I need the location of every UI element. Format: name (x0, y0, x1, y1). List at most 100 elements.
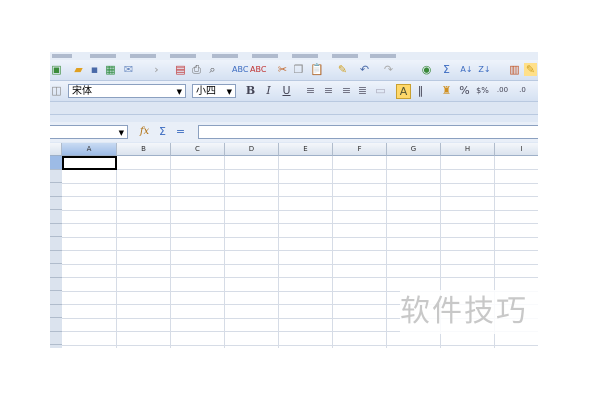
row-header[interactable] (50, 304, 62, 318)
percent-button[interactable]: % (458, 84, 471, 97)
row-header[interactable] (50, 210, 62, 224)
column-header-E[interactable]: E (279, 143, 333, 156)
menu-item[interactable] (52, 54, 72, 58)
styles-icon[interactable]: ◫ (50, 84, 63, 97)
row-header[interactable] (50, 223, 62, 237)
redo-icon[interactable]: ↷ (382, 63, 395, 76)
menu-item[interactable] (212, 54, 238, 58)
font-size-select[interactable]: 小四 ▼ (192, 84, 236, 98)
gridline (116, 156, 117, 348)
font-name-select[interactable]: 宋体 ▼ (68, 84, 186, 98)
column-header-G[interactable]: G (387, 143, 441, 156)
format-painter-icon[interactable]: ✎ (336, 63, 349, 76)
mail-icon[interactable]: ✉ (122, 63, 135, 76)
insert-function-button[interactable]: fx (138, 125, 151, 138)
row-header[interactable] (50, 169, 62, 183)
save-icon[interactable]: ▪ (88, 63, 101, 76)
menu-item[interactable] (90, 54, 116, 58)
sort-descending-icon[interactable]: Z↓ (478, 63, 491, 76)
menu-item[interactable] (370, 54, 396, 58)
column-header-D[interactable]: D (225, 143, 279, 156)
merge-icon[interactable]: ▭ (374, 84, 387, 97)
selected-cell-A1[interactable] (62, 156, 117, 170)
formula-input[interactable] (198, 125, 538, 139)
sum-button[interactable]: Σ (156, 125, 169, 138)
equals-button[interactable]: = (174, 125, 187, 138)
row-header[interactable] (50, 345, 62, 348)
gridline (224, 156, 225, 348)
spellcheck-icon[interactable]: ABC (232, 63, 248, 76)
chart-icon[interactable]: ▥ (508, 63, 521, 76)
increase-decimal-icon[interactable]: .00 (496, 84, 509, 97)
permission-icon[interactable]: › (150, 63, 163, 76)
gridline (278, 156, 279, 348)
menu-item[interactable] (170, 54, 196, 58)
align-center-icon[interactable]: ≡ (322, 84, 335, 97)
paste-icon[interactable]: 📋 (310, 63, 324, 76)
gridline (62, 169, 538, 170)
italic-button[interactable]: I (262, 84, 275, 97)
column-header-I[interactable]: I (495, 143, 538, 156)
row-header[interactable] (50, 196, 62, 210)
comma-style-icon[interactable]: $% (476, 84, 489, 97)
undo-icon[interactable]: ↶ (358, 63, 371, 76)
gridline (62, 344, 538, 346)
menu-item[interactable] (252, 54, 278, 58)
row-header[interactable] (50, 291, 62, 305)
copy-icon[interactable]: ❐ (292, 63, 305, 76)
column-header-A[interactable]: A (62, 143, 117, 156)
standard-toolbar: ▣ ▰ ▪ ▦ ✉ › ▤ ⎙ ⌕ ABC ABC ✂ ❐ 📋 ✎ ↶ ↷ ◉ … (50, 60, 538, 81)
row-header[interactable] (50, 156, 62, 170)
cut-icon[interactable]: ✂ (276, 63, 289, 76)
column-header-B[interactable]: B (117, 143, 171, 156)
row-header[interactable] (50, 277, 62, 291)
menu-item[interactable] (130, 54, 156, 58)
menu-item[interactable] (292, 54, 318, 58)
menu-item[interactable] (332, 54, 358, 58)
gridline (62, 277, 538, 278)
sort-ascending-icon[interactable]: A↓ (460, 63, 473, 76)
gridline (62, 236, 538, 238)
font-size-value: 小四 (196, 86, 216, 97)
currency-icon[interactable]: ♜ (440, 84, 453, 97)
align-left-icon[interactable]: ≡ (304, 84, 317, 97)
column-header-F[interactable]: F (333, 143, 387, 156)
name-box[interactable]: ▼ (50, 125, 128, 139)
row-header[interactable] (50, 250, 62, 264)
gridline (62, 182, 538, 184)
task-pane-strip (50, 102, 538, 115)
vertical-text-icon[interactable]: ‖ (414, 84, 427, 97)
bold-button[interactable]: B (244, 84, 257, 97)
gridline (332, 156, 333, 348)
row-header[interactable] (50, 318, 62, 332)
font-name-value: 宋体 (72, 86, 92, 97)
row-header[interactable] (50, 183, 62, 197)
row-header[interactable] (50, 331, 62, 345)
print-icon[interactable]: ⎙ (190, 63, 203, 76)
hyperlink-icon[interactable]: ◉ (420, 63, 433, 76)
column-header-C[interactable]: C (171, 143, 225, 156)
excel-icon[interactable]: ▦ (104, 63, 117, 76)
chevron-down-icon: ▼ (176, 88, 182, 96)
align-right-icon[interactable]: ≡ (340, 84, 353, 97)
new-icon[interactable]: ▣ (50, 63, 63, 76)
column-header-H[interactable]: H (441, 143, 495, 156)
underline-button[interactable]: U (280, 84, 293, 97)
select-all-corner[interactable] (50, 143, 62, 156)
row-header[interactable] (50, 237, 62, 251)
justify-icon[interactable]: ≣ (356, 84, 369, 97)
gridline (386, 156, 387, 348)
wrap-text-icon[interactable]: A (396, 84, 411, 99)
pdf-icon[interactable]: ▤ (174, 63, 187, 76)
research-icon[interactable]: ABC (250, 63, 266, 76)
gridline (62, 196, 538, 197)
chevron-down-icon: ▼ (226, 88, 232, 96)
autosum-icon[interactable]: Σ (440, 63, 453, 76)
formatting-toolbar: ◫ 宋体 ▼ 小四 ▼ B I U ≡ ≡ ≡ ≣ ▭ A ‖ ♜ % $% .00… (50, 81, 538, 102)
decrease-decimal-icon[interactable]: .0 (516, 84, 529, 97)
open-icon[interactable]: ▰ (72, 63, 85, 76)
row-header[interactable] (50, 264, 62, 278)
preview-icon[interactable]: ⌕ (206, 63, 219, 76)
drawing-icon[interactable]: ✎ (524, 63, 537, 76)
gridline (62, 250, 538, 251)
